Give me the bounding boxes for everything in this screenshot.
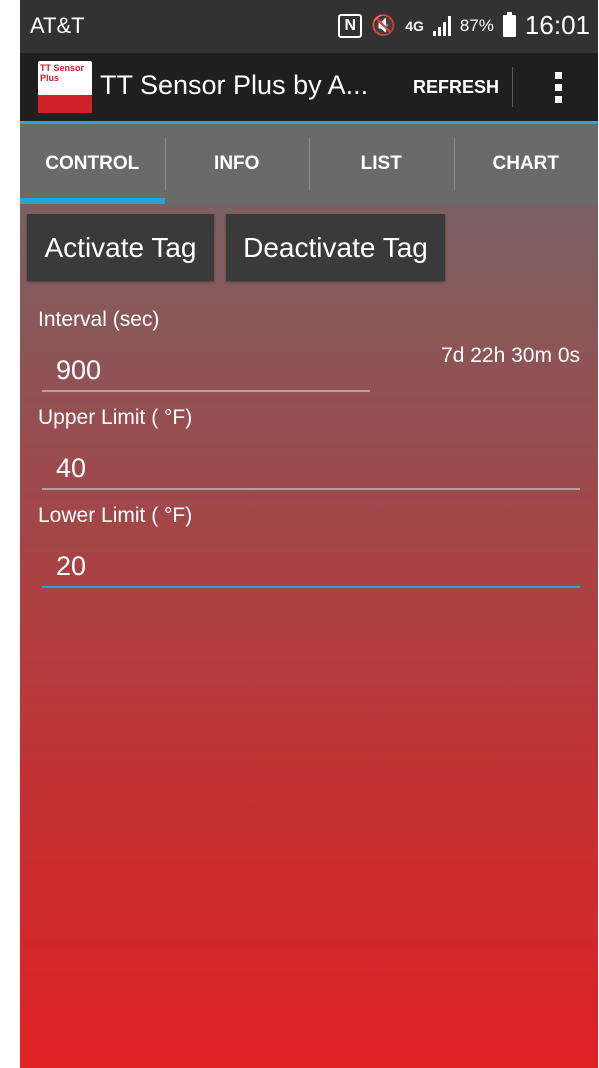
- upper-limit-input[interactable]: [42, 448, 580, 490]
- tab-label: INFO: [214, 153, 260, 174]
- tab-chart[interactable]: CHART: [453, 124, 599, 204]
- battery-percent: 87%: [459, 15, 494, 35]
- activate-tag-button[interactable]: Activate Tag: [27, 214, 214, 281]
- tab-list[interactable]: LIST: [309, 124, 454, 204]
- action-bar: TT Sensor Plus TT Sensor Plus by A... RE…: [20, 53, 598, 124]
- signal-icon: [432, 15, 451, 36]
- lower-limit-label: Lower Limit ( °F): [38, 504, 193, 527]
- interval-duration: 7d 22h 30m 0s: [441, 344, 580, 367]
- tab-label: LIST: [360, 153, 402, 174]
- tab-info[interactable]: INFO: [164, 124, 310, 204]
- interval-input[interactable]: [42, 350, 370, 392]
- lower-limit-input[interactable]: [42, 546, 580, 588]
- app-logo-icon: TT Sensor Plus: [38, 61, 92, 113]
- refresh-button[interactable]: REFRESH: [400, 53, 512, 121]
- lte-icon: 4G: [405, 17, 424, 34]
- tab-label: CONTROL: [45, 153, 140, 174]
- tab-control[interactable]: CONTROL: [20, 124, 165, 204]
- deactivate-tag-button[interactable]: Deactivate Tag: [226, 214, 445, 281]
- carrier-label: AT&T: [30, 13, 85, 38]
- action-bar-divider: [512, 67, 513, 107]
- battery-icon: [502, 11, 516, 37]
- clock: 16:01: [524, 10, 590, 40]
- app-logo-text: TT Sensor Plus: [40, 63, 85, 83]
- interval-label: Interval (sec): [38, 308, 160, 331]
- mute-icon: 🔇: [371, 15, 397, 37]
- nfc-icon: N: [338, 13, 363, 38]
- app-title: TT Sensor Plus by A...: [100, 70, 369, 100]
- overflow-menu-icon[interactable]: [540, 65, 576, 109]
- app-logo-bar: [38, 95, 92, 113]
- status-bar: AT&T N 🔇 4G 87% 16:01: [20, 0, 598, 53]
- phone-screen: AT&T N 🔇 4G 87% 16:01 TT Sensor Plus TT …: [20, 0, 598, 1068]
- upper-limit-label: Upper Limit ( °F): [38, 406, 193, 429]
- status-icons: N 🔇 4G 87% 16:01: [338, 10, 590, 41]
- tab-bar: CONTROL INFO LIST CHART: [20, 124, 598, 204]
- control-panel: Activate Tag Deactivate Tag Interval (se…: [20, 204, 598, 1068]
- tab-label: CHART: [492, 153, 560, 174]
